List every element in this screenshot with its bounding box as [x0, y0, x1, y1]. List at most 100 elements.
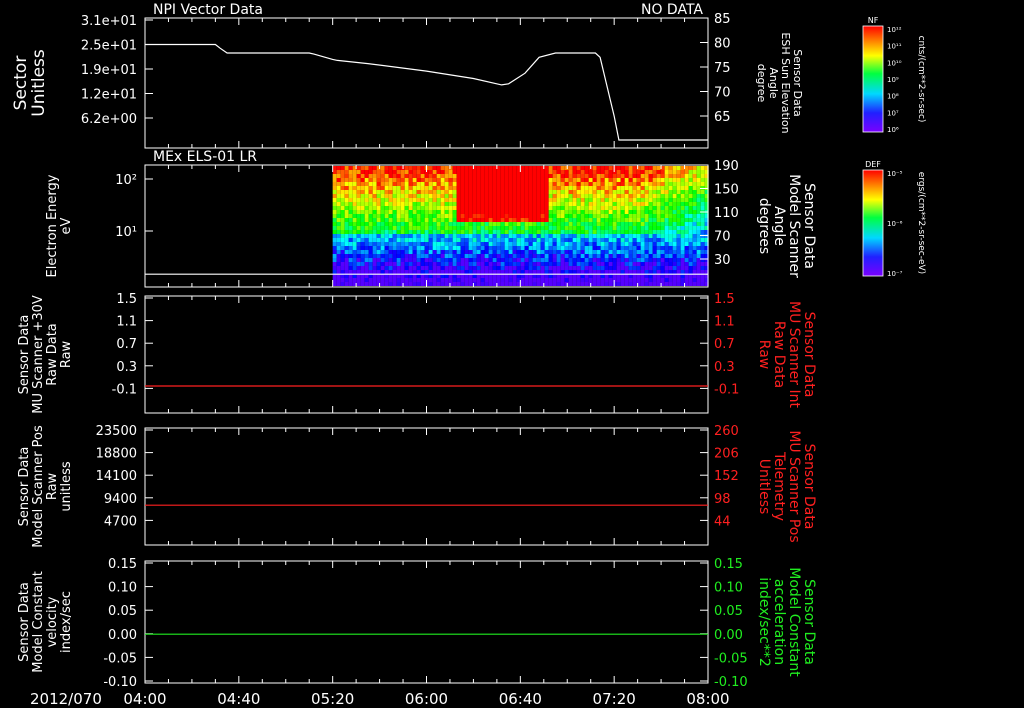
spectrogram-cell [428, 270, 433, 274]
spectrogram-cell [684, 270, 689, 274]
spectrogram-cell [564, 178, 569, 182]
spectrogram-cell [536, 246, 541, 250]
spectrogram-cell [564, 234, 569, 238]
spectrogram-cell [592, 214, 597, 218]
spectrogram-cell [360, 174, 365, 178]
spectrogram-cell [484, 258, 489, 262]
spectrogram-cell [644, 234, 649, 238]
spectrogram-cell [408, 282, 413, 286]
spectrogram-cell [480, 214, 485, 218]
spectrogram-cell [564, 282, 569, 286]
spectrogram-cell [536, 210, 541, 214]
spectrogram-cell [468, 238, 473, 242]
spectrogram-cell [604, 254, 609, 258]
spectrogram-cell [460, 278, 465, 282]
spectrogram-cell [588, 262, 593, 266]
spectrogram-cell [676, 238, 681, 242]
spectrogram-cell [448, 178, 453, 182]
spectrogram-cell [620, 242, 625, 246]
spectrogram-cell [480, 258, 485, 262]
spectrogram-cell [652, 222, 657, 226]
spectrogram-cell [676, 242, 681, 246]
spectrogram-cell [404, 218, 409, 222]
spectrogram-cell [432, 250, 437, 254]
spectrogram-cell [616, 234, 621, 238]
spectrogram-cell [584, 206, 589, 210]
spectrogram-cell [388, 266, 393, 270]
spectrogram-cell [408, 214, 413, 218]
spectrogram-cell [452, 278, 457, 282]
spectrogram-cell [444, 218, 449, 222]
spectrogram-cell [536, 206, 541, 210]
spectrogram-cell [372, 238, 377, 242]
spectrogram-cell [392, 210, 397, 214]
spectrogram-cell [692, 170, 697, 174]
spectrogram-cell [552, 190, 557, 194]
spectrogram-cell [584, 266, 589, 270]
spectrogram-cell [596, 186, 601, 190]
y2-tick-label: 80 [714, 37, 731, 52]
spectrogram-cell [464, 282, 469, 286]
spectrogram-cell [432, 234, 437, 238]
spectrogram-cell [544, 190, 549, 194]
colorbar-unit: cnts/(cm**2-sr-sec) [916, 36, 926, 123]
spectrogram-cell [404, 166, 409, 170]
spectrogram-cell [652, 214, 657, 218]
spectrogram-cell [400, 266, 405, 270]
spectrogram-cell [584, 194, 589, 198]
spectrogram-cell [512, 238, 517, 242]
spectrogram-cell [688, 254, 693, 258]
spectrogram-cell [588, 206, 593, 210]
spectrogram-cell [420, 186, 425, 190]
spectrogram-cell [700, 202, 705, 206]
spectrogram-cell [492, 218, 497, 222]
spectrogram-cell [580, 174, 585, 178]
spectrogram-cell [592, 254, 597, 258]
spectrogram-cell [548, 214, 553, 218]
spectrogram-cell [364, 170, 369, 174]
spectrogram-cell [516, 190, 521, 194]
spectrogram-cell [648, 218, 653, 222]
spectrogram-cell [652, 258, 657, 262]
spectrogram-cell [400, 238, 405, 242]
spectrogram-cell [640, 210, 645, 214]
spectrogram-cell [524, 214, 529, 218]
spectrogram-cell [444, 226, 449, 230]
time-tick-label: 06:40 [499, 690, 542, 708]
spectrogram-cell [516, 206, 521, 210]
spectrogram-cell [444, 262, 449, 266]
spectrogram-cell [648, 190, 653, 194]
spectrogram-cell [420, 282, 425, 286]
spectrogram-cell [648, 170, 653, 174]
spectrogram-cell [492, 242, 497, 246]
spectrogram-cell [332, 198, 337, 202]
spectrogram-cell [600, 214, 605, 218]
spectrogram-cell [424, 190, 429, 194]
spectrogram-cell [684, 198, 689, 202]
spectrogram-cell [384, 254, 389, 258]
spectrogram-cell [392, 234, 397, 238]
spectrogram-cell [552, 234, 557, 238]
spectrogram-cell [476, 178, 481, 182]
spectrogram-cell [604, 170, 609, 174]
spectrogram-cell [400, 182, 405, 186]
spectrogram-cell [556, 186, 561, 190]
spectrogram-cell [536, 266, 541, 270]
spectrogram-cell [524, 198, 529, 202]
spectrogram-cell [656, 214, 661, 218]
spectrogram-cell [556, 182, 561, 186]
spectrogram-cell [396, 174, 401, 178]
spectrogram-cell [544, 170, 549, 174]
spectrogram-cell [552, 178, 557, 182]
spectrogram-cell [544, 194, 549, 198]
spectrogram-cell [340, 186, 345, 190]
spectrogram-cell [472, 210, 477, 214]
spectrogram-cell [532, 230, 537, 234]
spectrogram-cell [596, 254, 601, 258]
spectrogram-cell [592, 206, 597, 210]
y2-axis-label-line: MU Scanner Int [786, 301, 802, 409]
y2-tick-label: 0.3 [714, 360, 735, 375]
spectrogram-cell [628, 282, 633, 286]
spectrogram-cell [632, 226, 637, 230]
spectrogram-cell [436, 238, 441, 242]
